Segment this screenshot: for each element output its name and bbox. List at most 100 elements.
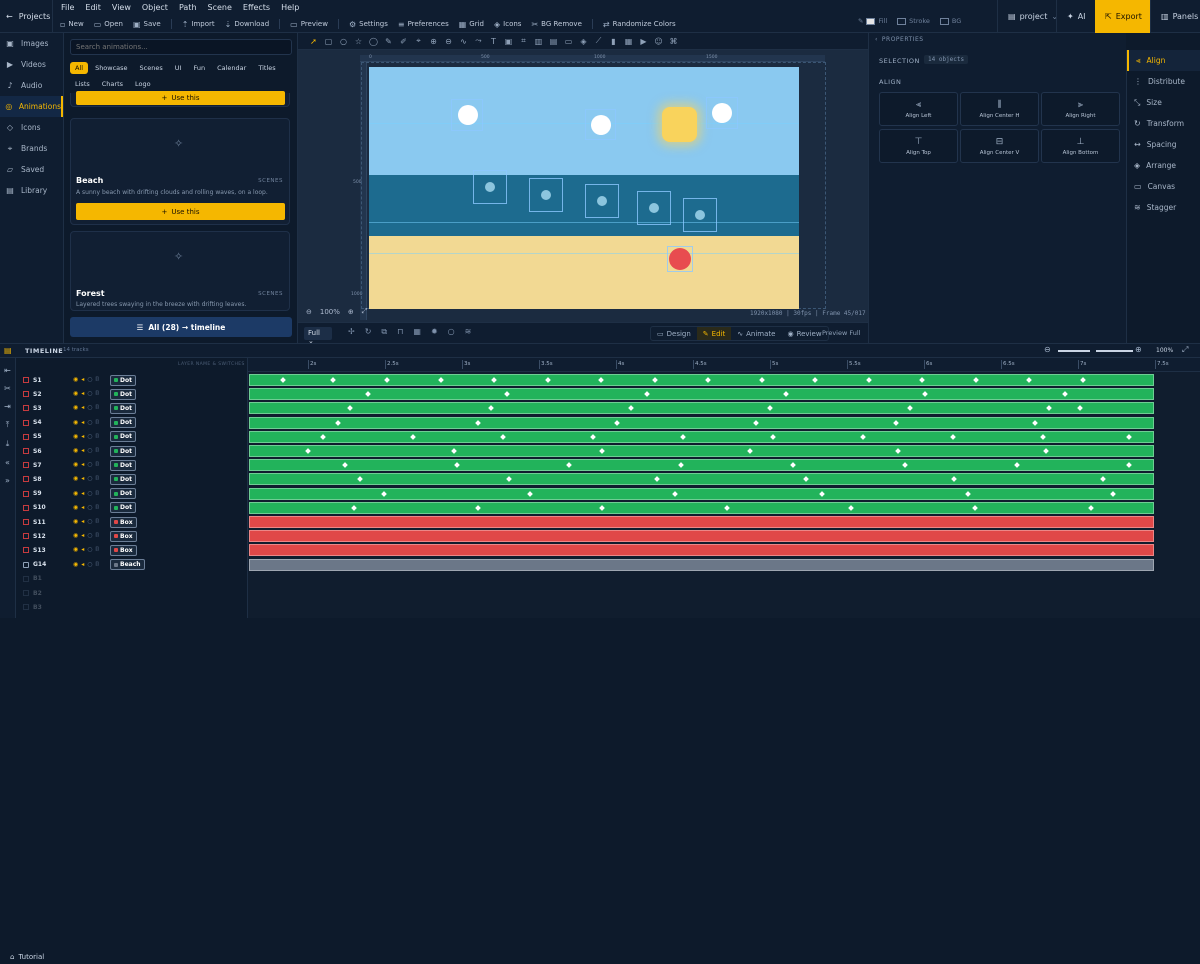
- menu-help[interactable]: Help: [281, 3, 299, 12]
- chart-tool-icon[interactable]: ⟋: [591, 36, 606, 46]
- audio-icon[interactable]: ◂: [81, 376, 84, 384]
- layer-row[interactable]: S7 ◉ ◂ ○ ⌷ Dot: [16, 458, 248, 472]
- layer-checkbox[interactable]: [23, 547, 29, 554]
- keyframe[interactable]: [1110, 490, 1117, 497]
- pointer-tool-icon[interactable]: ➚: [306, 37, 321, 46]
- expand-tracks-icon[interactable]: »: [5, 476, 10, 485]
- keyframe[interactable]: [907, 405, 913, 412]
- chevron-left-icon[interactable]: ‹: [875, 36, 878, 43]
- menu-scene[interactable]: Scene: [208, 3, 232, 12]
- align-bottom-button[interactable]: ⊥ Align Bottom: [1041, 129, 1120, 163]
- keyframe[interactable]: [599, 504, 605, 511]
- keyframe[interactable]: [1087, 504, 1094, 511]
- lock-icon[interactable]: ⌷: [96, 404, 100, 412]
- track-bar[interactable]: [249, 473, 1154, 486]
- visibility-icon[interactable]: ◉: [73, 376, 78, 384]
- align-center-v-button[interactable]: ⊟ Align Center V: [960, 129, 1039, 163]
- keyframe[interactable]: [357, 476, 363, 483]
- rotate-icon[interactable]: ↻: [365, 327, 372, 337]
- keyframe[interactable]: [672, 490, 679, 497]
- keyframe[interactable]: [812, 377, 819, 383]
- track-bar[interactable]: [249, 516, 1154, 528]
- grid-button[interactable]: ▦ Grid: [459, 20, 484, 29]
- keyframe[interactable]: [965, 490, 971, 497]
- lock-icon[interactable]: ⌷: [96, 504, 100, 512]
- layer-checkbox[interactable]: [23, 462, 29, 469]
- layer-row[interactable]: S9 ◉ ◂ ○ ⌷ Dot: [16, 487, 248, 501]
- rnav-align[interactable]: ⫷ Align: [1127, 50, 1200, 71]
- keyframe[interactable]: [949, 433, 956, 440]
- layer-checkbox[interactable]: [23, 433, 29, 440]
- keyframe[interactable]: [951, 476, 958, 483]
- audio-icon[interactable]: ◂: [81, 404, 84, 412]
- nav-videos[interactable]: ▶ Videos: [0, 54, 63, 75]
- media-tool-icon[interactable]: ▶: [636, 37, 651, 46]
- keyframe[interactable]: [865, 377, 872, 383]
- track-bar[interactable]: [249, 459, 1154, 472]
- keyframe[interactable]: [488, 405, 494, 412]
- keyframe[interactable]: [892, 419, 899, 426]
- keyframe[interactable]: [504, 391, 511, 398]
- nav-saved[interactable]: ▱ Saved: [0, 159, 63, 180]
- track-bar[interactable]: [249, 416, 1154, 429]
- keyframe[interactable]: [613, 419, 620, 426]
- rnav-stagger[interactable]: ≋ Stagger: [1127, 197, 1200, 218]
- keyframe[interactable]: [803, 476, 810, 483]
- expand-icon[interactable]: ⤢: [1182, 345, 1188, 355]
- node-tool-icon[interactable]: ⌖: [411, 36, 426, 46]
- lock-icon[interactable]: ⌷: [96, 490, 100, 498]
- preview-button[interactable]: ▭ Preview: [290, 20, 328, 29]
- keyframe[interactable]: [747, 448, 754, 454]
- sea-layer[interactable]: [369, 175, 799, 236]
- preferences-button[interactable]: ≡ Preferences: [398, 20, 449, 29]
- keyframe[interactable]: [506, 476, 512, 483]
- projects-button[interactable]: ← Projects: [0, 0, 53, 33]
- layer-checkbox[interactable]: [23, 561, 29, 568]
- curve-tool-icon[interactable]: ∿: [456, 37, 471, 46]
- go-end-icon[interactable]: ⇥: [4, 402, 11, 411]
- chip-ui[interactable]: UI: [170, 62, 187, 74]
- canvas-workspace[interactable]: 0 500 1000 1500 500 1000 ⊖ 100% ⊕ ⤢ 1920…: [298, 50, 868, 322]
- audio-icon[interactable]: ◂: [81, 490, 84, 498]
- nav-animations[interactable]: ◎ Animations: [0, 96, 63, 117]
- keyframe[interactable]: [723, 504, 730, 511]
- track-bar[interactable]: [249, 430, 1154, 443]
- fill-swatch[interactable]: ✎ Fill: [858, 17, 887, 25]
- keyframe[interactable]: [527, 490, 533, 497]
- keyframe[interactable]: [499, 433, 506, 440]
- keyframe[interactable]: [490, 377, 497, 383]
- nav-images[interactable]: ▣ Images: [0, 33, 63, 54]
- audio-icon[interactable]: ◂: [81, 504, 84, 512]
- keyframe[interactable]: [1042, 448, 1049, 454]
- keyframe[interactable]: [545, 377, 551, 383]
- keyframe[interactable]: [918, 377, 925, 383]
- keyframe[interactable]: [654, 476, 661, 483]
- rnav-transform[interactable]: ↻ Transform: [1127, 113, 1200, 134]
- fit-screen-icon[interactable]: ⤢: [362, 307, 368, 316]
- menu-path[interactable]: Path: [179, 3, 197, 12]
- nav-brands[interactable]: ⌖ Brands: [0, 138, 63, 159]
- bg-remove-button[interactable]: ✂ BG Remove: [531, 20, 581, 29]
- track-bar[interactable]: [249, 374, 1154, 386]
- lock-icon[interactable]: ⌷: [96, 546, 100, 554]
- chip-scenes[interactable]: Scenes: [135, 62, 168, 74]
- export-button[interactable]: ⇱ Export: [1095, 0, 1150, 33]
- mode-design[interactable]: ▭ Design: [651, 327, 697, 340]
- pen-tool-icon[interactable]: ✎: [381, 37, 396, 46]
- keyframe[interactable]: [752, 419, 759, 426]
- project-dropdown[interactable]: ▤ project ⌄: [997, 0, 1058, 33]
- time-ruler[interactable]: 2s 2.5s 3s 3.5s 4s 4.5s 5s 5.5s 6s 6.5s 7s 7.5s: [248, 358, 1200, 372]
- chip-all[interactable]: All: [70, 62, 89, 74]
- keyframe[interactable]: [330, 377, 336, 383]
- track-bar[interactable]: [249, 388, 1154, 401]
- zoom-out-icon[interactable]: ⊖: [1044, 345, 1051, 354]
- circle-tool-icon[interactable]: ○: [336, 37, 351, 46]
- audio-icon[interactable]: ◂: [81, 419, 84, 427]
- visibility-icon[interactable]: ◉: [73, 561, 78, 569]
- chip-logo[interactable]: Logo: [130, 78, 156, 90]
- lock-icon[interactable]: ⌷: [96, 475, 100, 483]
- move-up-icon[interactable]: ⤒: [6, 420, 10, 430]
- keyframe[interactable]: [973, 377, 979, 383]
- stroke-swatch[interactable]: Stroke: [897, 17, 930, 25]
- bg-swatch[interactable]: BG: [939, 17, 961, 25]
